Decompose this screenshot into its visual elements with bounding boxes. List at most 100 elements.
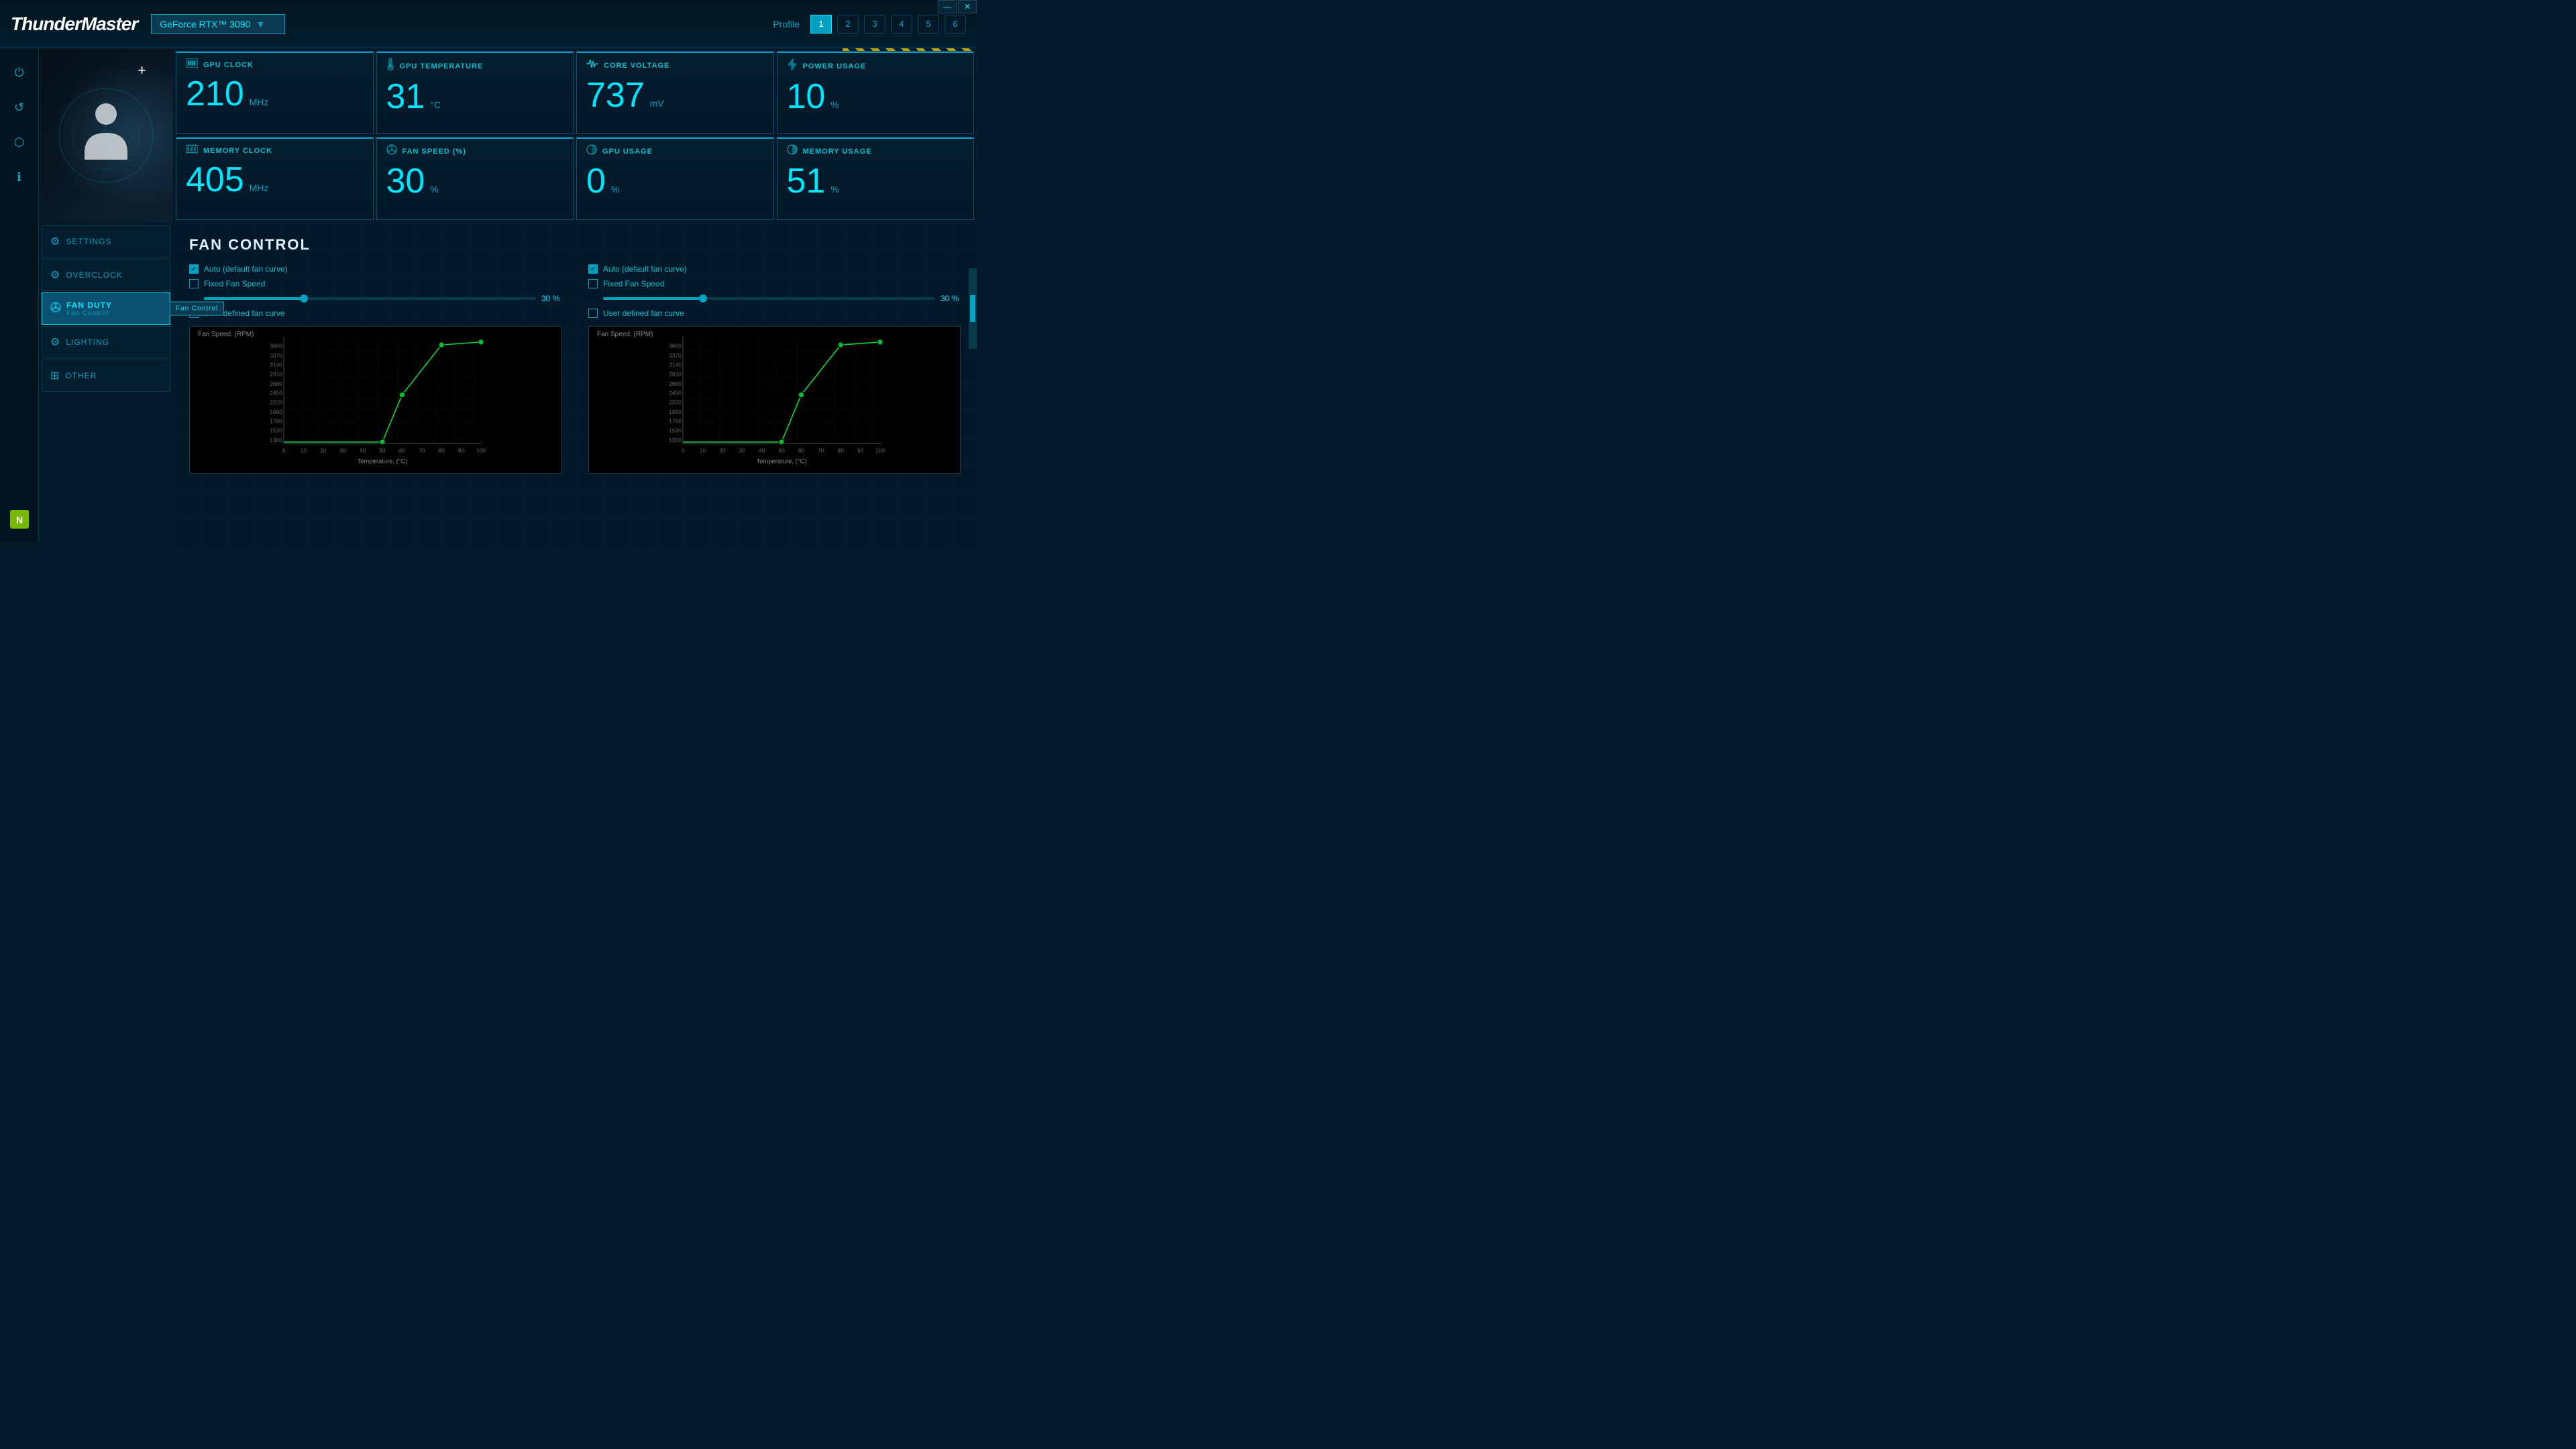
scroll-thumb	[970, 295, 975, 322]
sidebar-item-3d[interactable]: ⬡	[6, 129, 33, 156]
main-content: FAN CONTROL Auto (default fan curve) Fix…	[173, 223, 977, 543]
core-voltage-unit: mV	[650, 98, 664, 109]
lighting-label: LIGHTING	[66, 337, 109, 347]
fan-duty-sublabel: Fan Control	[66, 310, 112, 317]
nav-tab-settings[interactable]: ⚙ SETTINGS	[42, 225, 170, 258]
gpu-temp-value: 31	[386, 79, 425, 114]
fan1-auto-checkbox[interactable]	[189, 264, 199, 274]
svg-text:3140: 3140	[270, 362, 282, 368]
profile-button-1[interactable]: 1	[810, 15, 832, 34]
minimize-button[interactable]: —	[938, 0, 957, 13]
fan2-user-checkbox[interactable]	[588, 309, 598, 318]
svg-text:0: 0	[282, 447, 286, 454]
memory-clock-unit: MHz	[250, 182, 269, 193]
fan2-auto-checkbox[interactable]	[588, 264, 598, 274]
svg-text:Temperature, (°C): Temperature, (°C)	[756, 458, 806, 466]
svg-text:3370: 3370	[669, 352, 682, 359]
stat-header-gpu-clock: GPU CLOCK	[186, 58, 364, 71]
fan2-auto-label: Auto (default fan curve)	[603, 264, 687, 274]
stats-grid: GPU CLOCK 210 MHz GPU TEMPERATURE 31 °C	[173, 48, 977, 223]
profile-button-4[interactable]: 4	[891, 15, 912, 34]
fan1-slider-thumb[interactable]	[300, 294, 308, 303]
profile-button-2[interactable]: 2	[837, 15, 859, 34]
fan-panel-2: Auto (default fan curve) Fixed Fan Speed…	[588, 264, 961, 474]
gpu-selector[interactable]: GeForce RTX™ 3090 ▼	[151, 14, 285, 34]
profile-button-5[interactable]: 5	[918, 15, 939, 34]
memory-usage-label: MEMORY USAGE	[803, 148, 872, 156]
add-photo-icon[interactable]: +	[138, 62, 146, 79]
svg-text:90: 90	[857, 447, 864, 454]
dropdown-arrow-icon: ▼	[256, 19, 265, 30]
profile-button-6[interactable]: 6	[945, 15, 966, 34]
nav-tabs: ⚙ SETTINGS ⚙ OVERCLOCK FAN DUTY Fan Cont…	[39, 223, 173, 543]
svg-text:30: 30	[340, 447, 347, 454]
nav-tab-other[interactable]: ⊞ OTHER	[42, 360, 170, 392]
svg-text:2910: 2910	[669, 370, 682, 377]
lighting-icon: ⚙	[50, 335, 60, 349]
svg-text:2450: 2450	[669, 390, 682, 396]
fan-duty-icon	[50, 302, 61, 316]
svg-text:3600: 3600	[270, 342, 282, 349]
profile-button-3[interactable]: 3	[864, 15, 885, 34]
fan2-slider-thumb[interactable]	[699, 294, 707, 303]
cube-icon: ⬡	[14, 136, 25, 150]
close-button[interactable]: ✕	[958, 0, 977, 13]
sidebar: ⏻ ↺ ⬡ ℹ N	[0, 48, 39, 543]
fan2-fixed-label: Fixed Fan Speed	[603, 279, 664, 288]
fan1-slider-track[interactable]	[204, 297, 536, 300]
fan1-auto-label: Auto (default fan curve)	[204, 264, 288, 274]
svg-text:1300: 1300	[270, 437, 282, 443]
nav-tab-fan-duty[interactable]: FAN DUTY Fan Control Fan Control	[42, 292, 170, 325]
sidebar-item-nvidia[interactable]: N	[6, 506, 33, 533]
svg-text:60: 60	[399, 447, 406, 454]
fan-panels: Auto (default fan curve) Fixed Fan Speed…	[189, 264, 961, 474]
gpu-temp-value-row: 31 °C	[386, 79, 564, 114]
sidebar-item-info[interactable]: ℹ	[6, 164, 33, 191]
fan1-fixed-checkbox[interactable]	[189, 279, 199, 288]
svg-text:1760: 1760	[270, 418, 282, 425]
nav-tab-lighting[interactable]: ⚙ LIGHTING	[42, 326, 170, 358]
settings-label: SETTINGS	[66, 237, 111, 246]
fan-chart-2-svg: 1300 1530 1760 1990 2220 2450 2680 2910 …	[592, 329, 957, 470]
power-icon: ⏻	[14, 66, 23, 80]
svg-text:1300: 1300	[669, 437, 682, 443]
logo-thunder: Thunder	[11, 13, 81, 34]
svg-text:40: 40	[759, 447, 765, 454]
power-usage-unit: %	[830, 99, 839, 110]
svg-text:40: 40	[360, 447, 366, 454]
svg-text:60: 60	[798, 447, 805, 454]
fan-chart-1-svg: 1300 1530 1760 1990 2220 2450 2680 2910 …	[193, 329, 558, 470]
fan-chart-2: Fan Speed. (RPM) 1300 1530 1760 1990 222…	[588, 326, 961, 474]
stat-card-fan-speed: FAN SPEED (%) 30 %	[376, 137, 574, 220]
svg-text:Temperature, (°C): Temperature, (°C)	[357, 458, 407, 466]
fan1-user-option: User defined fan curve	[189, 309, 561, 318]
fan2-fixed-checkbox[interactable]	[588, 279, 598, 288]
fan2-slider-value: 30 %	[941, 294, 961, 303]
svg-text:1530: 1530	[669, 427, 682, 433]
fan2-slider-track[interactable]	[603, 297, 935, 300]
scroll-indicator[interactable]	[969, 268, 977, 349]
stat-header-gpu-usage: GPU USAGE	[586, 144, 764, 158]
sidebar-item-power[interactable]: ⏻	[6, 59, 33, 86]
fan1-slider-row: 30 %	[204, 294, 561, 303]
svg-text:80: 80	[838, 447, 845, 454]
gpu-temp-unit: °C	[430, 99, 441, 110]
thermometer-icon	[386, 58, 394, 74]
stat-card-memory-clock: MEMORY CLOCK 405 MHz	[176, 137, 374, 220]
stat-header-memory-clock: MEMORY CLOCK	[186, 144, 364, 157]
gpu-image-panel: +	[39, 48, 173, 223]
nav-tab-overclock[interactable]: ⚙ OVERCLOCK	[42, 259, 170, 291]
power-usage-value-row: 10 %	[787, 79, 965, 114]
gpu-clock-label: GPU CLOCK	[203, 61, 254, 69]
gpu-name: GeForce RTX™ 3090	[160, 19, 250, 30]
fan-chart-1-title: Fan Speed. (RPM)	[195, 329, 256, 339]
svg-text:80: 80	[439, 447, 445, 454]
fan1-options: Auto (default fan curve) Fixed Fan Speed…	[189, 264, 561, 318]
svg-text:20: 20	[719, 447, 726, 454]
sidebar-item-refresh[interactable]: ↺	[6, 94, 33, 121]
memory-clock-icon	[186, 144, 198, 157]
other-icon: ⊞	[50, 369, 60, 382]
stat-card-gpu-usage: GPU USAGE 0 %	[576, 137, 774, 220]
fan1-fixed-option: Fixed Fan Speed	[189, 279, 561, 288]
power-usage-icon	[787, 58, 798, 74]
